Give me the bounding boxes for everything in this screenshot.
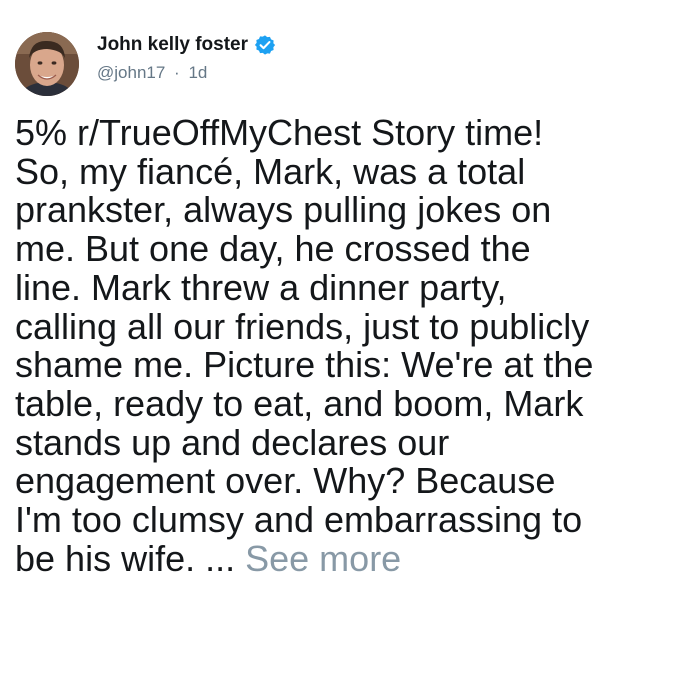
tweet-text-line: So, my fiancé, Mark, was a total bbox=[15, 150, 526, 192]
tweet-text-line: shame me. Picture this: We're at the bbox=[15, 344, 594, 386]
tweet-text-last-line: be his wife. ... See more bbox=[15, 537, 695, 579]
avatar-photo bbox=[15, 32, 79, 96]
author-meta-row: @john17 · 1d bbox=[97, 63, 207, 83]
meta-separator: · bbox=[174, 63, 180, 82]
tweet-text-truncated: be his wife. ... bbox=[15, 537, 236, 579]
tweet-text: 5% r/TrueOffMyChest Story time! So, my f… bbox=[15, 112, 695, 579]
tweet-timestamp[interactable]: 1d bbox=[188, 63, 207, 82]
author-display-name[interactable]: John kelly foster bbox=[97, 34, 248, 56]
see-more-link[interactable]: See more bbox=[245, 538, 401, 579]
author-name-row: John kelly foster bbox=[97, 34, 276, 56]
verified-badge-icon bbox=[254, 34, 276, 56]
tweet-text-line: prankster, always pulling jokes on bbox=[15, 189, 552, 231]
tweet-text-line: stands up and declares our bbox=[15, 421, 450, 463]
author-handle[interactable]: @john17 bbox=[97, 63, 165, 82]
tweet-text-line: me. But one day, he crossed the bbox=[15, 228, 531, 270]
tweet-text-line: line. Mark threw a dinner party, bbox=[15, 266, 507, 308]
avatar[interactable] bbox=[15, 32, 79, 96]
tweet-text-line: I'm too clumsy and embarrassing to bbox=[15, 499, 583, 541]
tweet-text-line: calling all our friends, just to publicl… bbox=[15, 305, 590, 347]
tweet-text-line: table, ready to eat, and boom, Mark bbox=[15, 382, 584, 424]
tweet-text-line: 5% r/TrueOffMyChest Story time! bbox=[15, 112, 544, 153]
tweet-card: John kelly foster @john17 · 1d 5% r/True… bbox=[0, 0, 700, 700]
tweet-text-line: engagement over. Why? Because bbox=[15, 460, 556, 502]
